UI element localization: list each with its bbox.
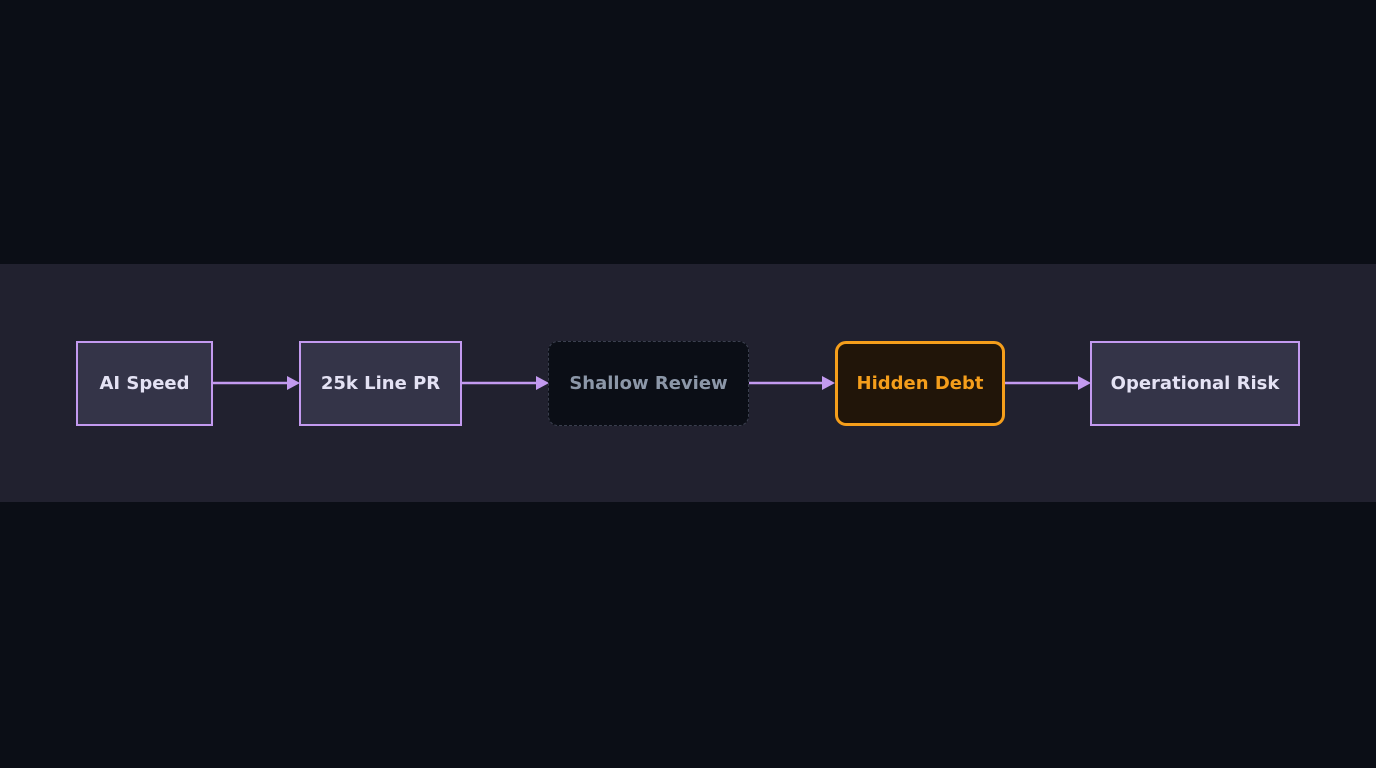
node-label: Shallow Review bbox=[569, 373, 728, 394]
node-label: Operational Risk bbox=[1110, 373, 1280, 394]
node-label: 25k Line PR bbox=[320, 373, 441, 394]
node-shallow-review: Shallow Review bbox=[548, 341, 749, 426]
node-label: AI Speed bbox=[99, 373, 190, 394]
node-operational-risk: Operational Risk bbox=[1090, 341, 1300, 426]
diagram-canvas: AI Speed 25k Line PR Shallow Review Hidd… bbox=[0, 0, 1376, 768]
node-hidden-debt: Hidden Debt bbox=[835, 341, 1005, 426]
node-label: Hidden Debt bbox=[856, 373, 984, 394]
node-25k-line-pr: 25k Line PR bbox=[299, 341, 462, 426]
node-ai-speed: AI Speed bbox=[76, 341, 213, 426]
